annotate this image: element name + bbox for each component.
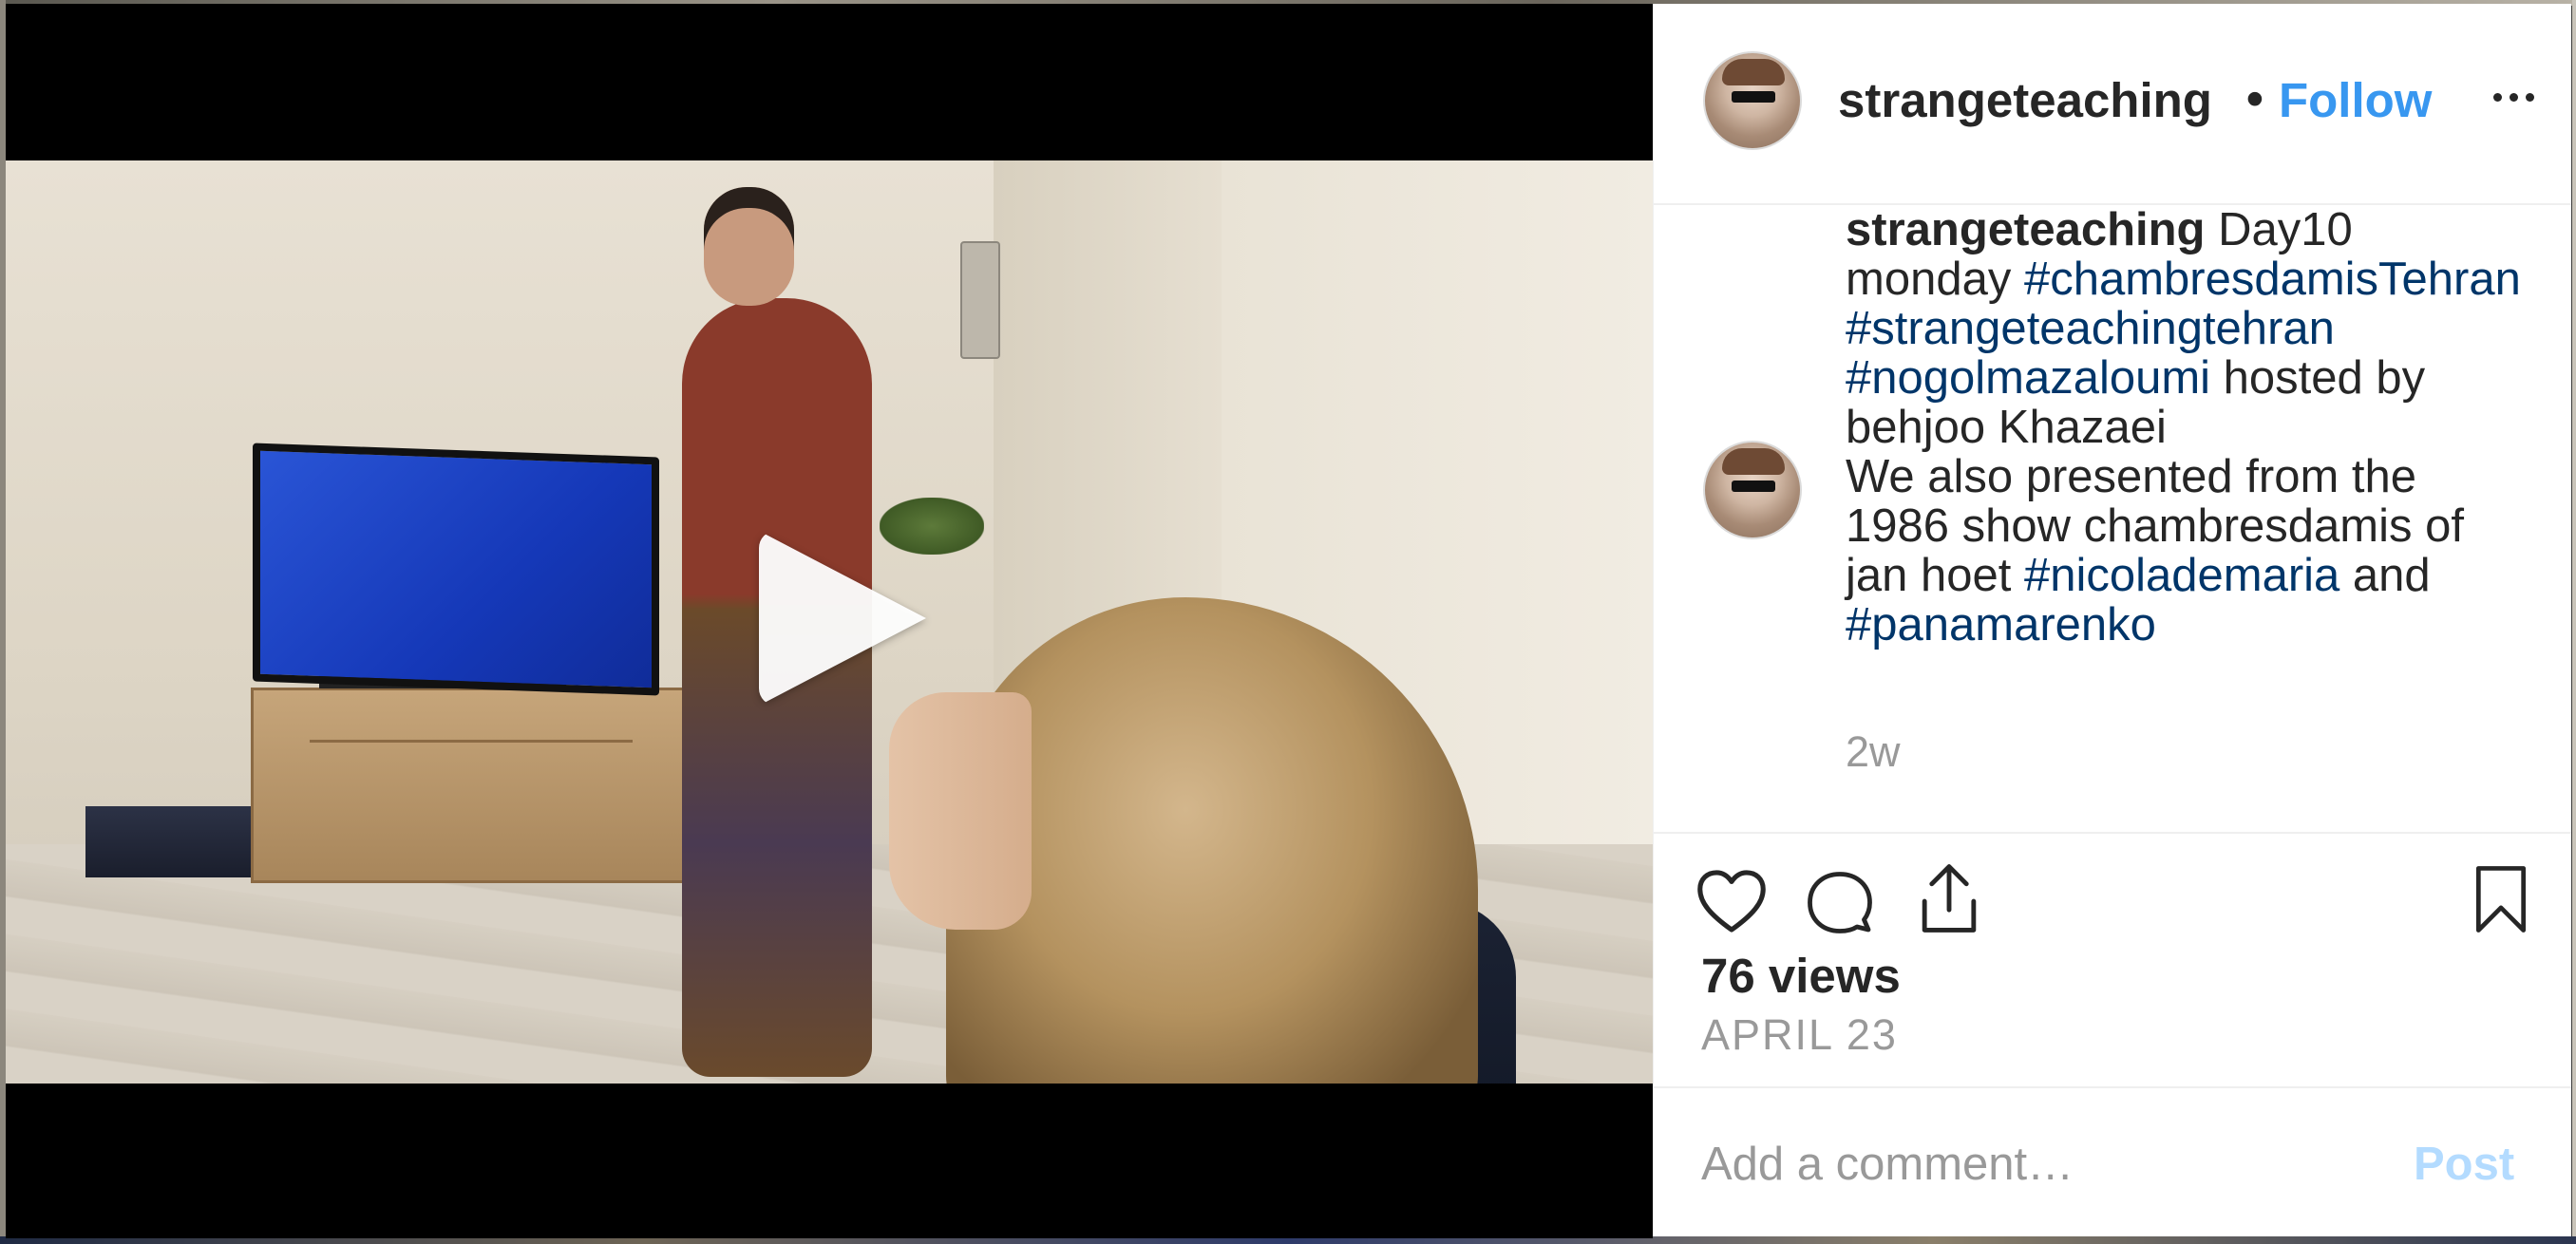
comment-input[interactable] <box>1699 1130 2368 1198</box>
avatar[interactable] <box>1703 51 1802 150</box>
scene-intercom <box>960 241 1000 359</box>
hashtag-link[interactable]: #nicolademaria <box>2024 550 2339 601</box>
header-separator: • <box>2246 71 2263 125</box>
header-username[interactable]: strangeteaching <box>1838 72 2237 131</box>
hashtag-link[interactable]: #panamarenko <box>1846 599 2156 650</box>
more-horizontal-icon[interactable] <box>2491 84 2537 112</box>
caption-text-4: and <box>2339 550 2431 601</box>
action-bar <box>1654 834 2571 967</box>
bookmark-icon[interactable] <box>2472 864 2529 934</box>
caption-avatar[interactable] <box>1703 441 1802 539</box>
scene-presenter-head <box>704 187 794 306</box>
comment-bar: Post <box>1654 1086 2571 1238</box>
post-header: strangeteaching • Follow <box>1654 4 2571 205</box>
post-panel: strangeteaching • Follow strangeteaching… <box>1653 4 2571 1236</box>
scene-cabinet-detail <box>310 740 633 743</box>
scene-cabinet <box>251 688 693 883</box>
share-icon[interactable] <box>1916 862 1982 934</box>
caption-timestamp[interactable]: 2w <box>1846 727 1901 777</box>
caption-username[interactable]: strangeteaching <box>1846 205 2205 255</box>
comment-icon[interactable] <box>1806 868 1874 934</box>
scene-tv <box>253 443 659 696</box>
hashtag-link[interactable]: #nogolmazaloumi <box>1846 352 2210 404</box>
post-comment-button[interactable]: Post <box>2414 1138 2514 1191</box>
caption-area: strangeteaching Day10 monday #chambresda… <box>1654 205 2571 834</box>
hashtag-link[interactable]: #strangeteachingtehran <box>1846 303 2335 354</box>
follow-button[interactable]: Follow <box>2279 72 2432 128</box>
view-count[interactable]: 76 views <box>1701 948 1901 1004</box>
scene-box <box>85 806 266 877</box>
heart-icon[interactable] <box>1695 868 1768 934</box>
background-strip-right <box>2572 0 2576 1244</box>
caption-text: strangeteaching Day10 monday #chambresda… <box>1846 205 2529 650</box>
video-player[interactable] <box>6 4 1653 1238</box>
play-icon[interactable] <box>759 531 926 706</box>
hashtag-link[interactable]: #chambresdamisTehran <box>2024 254 2521 305</box>
post-date[interactable]: APRIL 23 <box>1701 1010 1898 1060</box>
scene-listener-face <box>889 692 1032 930</box>
